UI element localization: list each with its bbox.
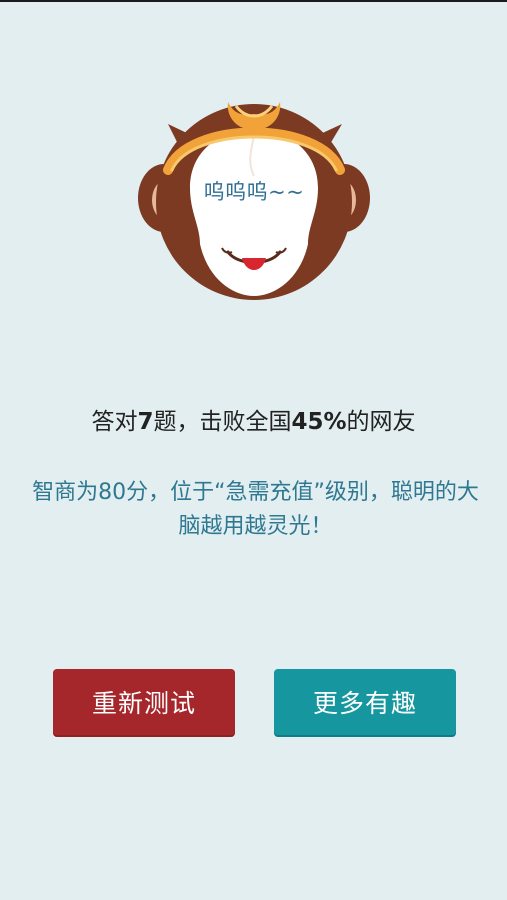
- monkey-face-icon: 呜呜呜~~: [138, 84, 370, 304]
- more-fun-button[interactable]: 更多有趣: [274, 669, 456, 735]
- iq-description: 智商为80分，位于“急需充值”级别，聪明的大脑越用越灵光！: [32, 480, 479, 539]
- retry-test-button[interactable]: 重新测试: [53, 669, 235, 735]
- top-status-divider: [0, 0, 507, 2]
- correct-count: 7: [137, 409, 154, 435]
- score-suffix: 的网友: [346, 409, 416, 435]
- score-summary: 答对7题，击败全国45%的网友: [0, 402, 507, 436]
- beat-percent: 45%: [291, 409, 347, 435]
- score-prefix: 答对: [91, 409, 138, 435]
- mascot-speech-text: 呜呜呜~~: [203, 180, 305, 204]
- score-middle: 题，击败全国: [153, 409, 292, 435]
